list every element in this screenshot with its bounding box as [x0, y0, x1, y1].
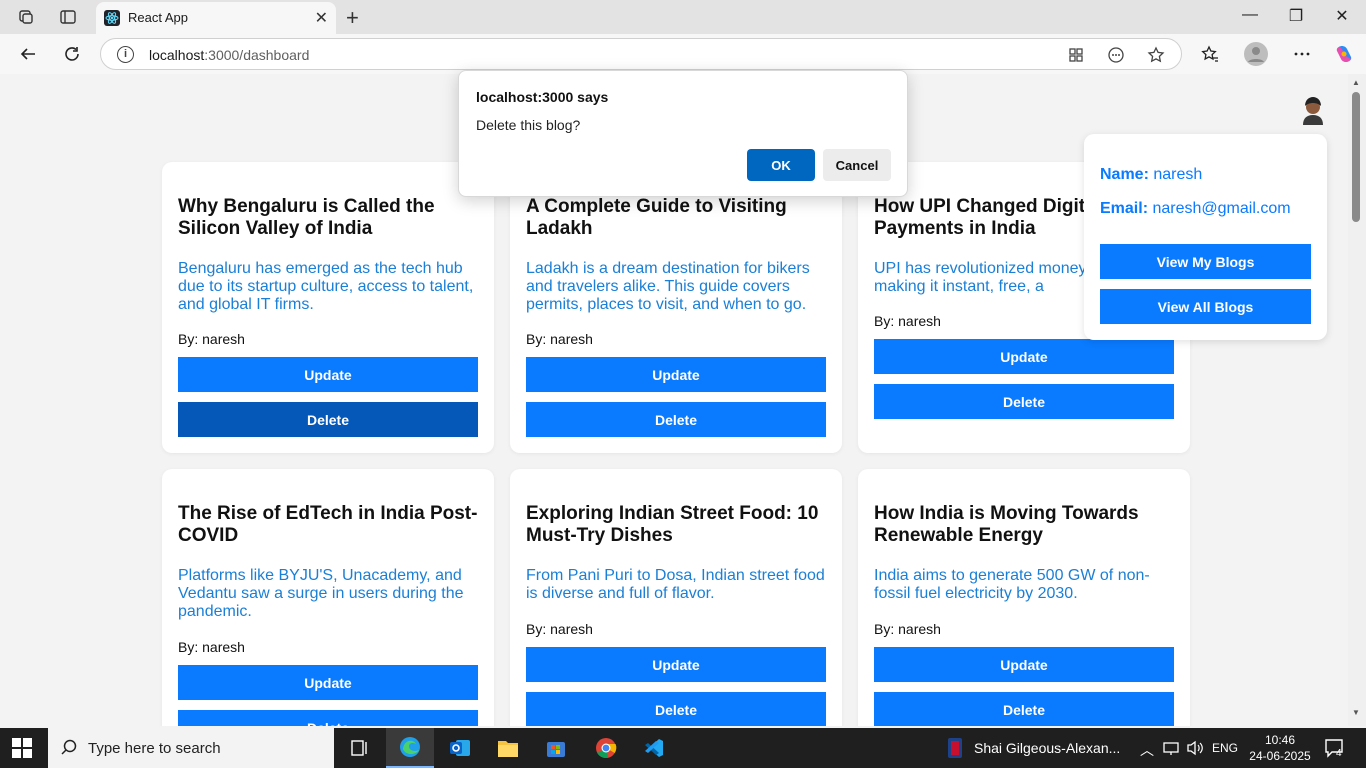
profile-icon[interactable]: [1244, 42, 1268, 66]
taskbar-clock[interactable]: 10:46 24-06-2025: [1248, 732, 1312, 764]
delete-button[interactable]: Delete: [874, 384, 1174, 419]
new-tab-icon[interactable]: +: [346, 5, 359, 31]
restore-icon[interactable]: ❐: [1286, 6, 1306, 26]
tab-title: React App: [128, 10, 188, 25]
notification-count: 4: [1336, 748, 1342, 759]
blog-author: By: naresh: [178, 331, 245, 347]
notification-center-icon[interactable]: [1324, 738, 1346, 763]
microsoft-store-icon[interactable]: [532, 728, 580, 768]
confirm-dialog: localhost:3000 says Delete this blog? OK…: [458, 70, 908, 197]
favorite-star-icon[interactable]: [1147, 46, 1165, 64]
blog-card: Why Bengaluru is Called the Silicon Vall…: [162, 162, 494, 453]
update-button[interactable]: Update: [874, 339, 1174, 374]
clock-date: 24-06-2025: [1249, 749, 1311, 763]
update-button[interactable]: Update: [178, 357, 478, 392]
blog-author: By: naresh: [526, 621, 593, 637]
profile-email: Email: naresh@gmail.com: [1100, 200, 1291, 217]
language-indicator[interactable]: ENG: [1212, 741, 1238, 755]
show-hidden-icons-icon[interactable]: ︿: [1140, 740, 1154, 760]
close-window-icon[interactable]: ✕: [1332, 6, 1352, 26]
blog-description: Platforms like BYJU'S, Unacademy, and Ve…: [178, 567, 464, 620]
refresh-icon[interactable]: [60, 42, 84, 66]
update-button[interactable]: Update: [178, 665, 478, 700]
blog-title: Exploring Indian Street Food: 10 Must-Tr…: [526, 503, 819, 546]
browser-toolbar: i localhost:3000/dashboard: [0, 34, 1366, 74]
network-icon[interactable]: [1162, 740, 1182, 759]
outlook-icon[interactable]: [436, 728, 484, 768]
minimize-icon[interactable]: —: [1240, 6, 1260, 24]
update-button[interactable]: Update: [526, 647, 826, 682]
news-widget-icon[interactable]: [948, 738, 962, 761]
tab-actions-icon[interactable]: [58, 7, 78, 27]
cancel-button[interactable]: Cancel: [823, 149, 891, 181]
copilot-icon[interactable]: [1332, 42, 1356, 66]
scroll-down-icon[interactable]: ▼: [1352, 708, 1360, 717]
blog-description: India aims to generate 500 GW of non-fos…: [874, 567, 1150, 602]
address-url[interactable]: localhost:3000/dashboard: [149, 47, 309, 63]
task-view-icon[interactable]: [336, 728, 384, 768]
browser-tab-strip: React App ✕ + — ❐ ✕: [0, 0, 1366, 34]
app-available-icon[interactable]: [1067, 46, 1085, 64]
tab-react-app[interactable]: React App ✕: [96, 2, 336, 34]
delete-button[interactable]: Delete: [178, 710, 478, 726]
address-bar[interactable]: i localhost:3000/dashboard: [100, 38, 1182, 70]
blog-author: By: naresh: [874, 313, 941, 329]
blog-card: The Rise of EdTech in India Post-COVID P…: [162, 469, 494, 726]
scroll-up-icon[interactable]: ▲: [1352, 78, 1360, 87]
more-tools-icon[interactable]: [1107, 46, 1125, 64]
taskbar-search[interactable]: Type here to search: [48, 728, 334, 768]
edge-browser-icon[interactable]: [386, 728, 434, 768]
update-button[interactable]: Update: [526, 357, 826, 392]
user-avatar-icon[interactable]: [1300, 96, 1326, 126]
dialog-title: localhost:3000 says: [476, 89, 609, 105]
profile-name: Name: naresh: [1100, 166, 1203, 183]
vscode-icon[interactable]: [630, 728, 678, 768]
blog-description: Ladakh is a dream destination for bikers…: [526, 260, 810, 313]
windows-start-icon[interactable]: [12, 738, 32, 758]
blog-description: From Pani Puri to Dosa, Indian street fo…: [526, 567, 825, 602]
view-all-blogs-button[interactable]: View All Blogs: [1100, 289, 1311, 324]
delete-button[interactable]: Delete: [874, 692, 1174, 726]
blog-description: Bengaluru has emerged as the tech hub du…: [178, 260, 474, 313]
page-scrollbar[interactable]: ▲ ▼: [1348, 74, 1366, 726]
back-icon[interactable]: [16, 42, 40, 66]
volume-icon[interactable]: [1186, 740, 1204, 759]
delete-button[interactable]: Delete: [526, 402, 826, 437]
chrome-icon[interactable]: [582, 728, 630, 768]
news-headline[interactable]: Shai Gilgeous-Alexan...: [974, 740, 1120, 756]
profile-dropdown: Name: naresh Email: naresh@gmail.com Vie…: [1084, 134, 1327, 340]
favorites-icon[interactable]: [1198, 42, 1222, 66]
search-placeholder: Type here to search: [88, 740, 221, 757]
update-button[interactable]: Update: [874, 647, 1174, 682]
close-tab-icon[interactable]: ✕: [315, 8, 328, 28]
delete-button[interactable]: Delete: [178, 402, 478, 437]
blog-card: A Complete Guide to Visiting Ladakh Lada…: [510, 162, 842, 453]
site-info-icon[interactable]: i: [117, 46, 134, 63]
blog-author: By: naresh: [526, 331, 593, 347]
file-explorer-icon[interactable]: [484, 728, 532, 768]
delete-button[interactable]: Delete: [526, 692, 826, 726]
clock-time: 10:46: [1264, 733, 1296, 747]
blog-author: By: naresh: [178, 639, 245, 655]
blog-card: How India is Moving Towards Renewable En…: [858, 469, 1190, 726]
workspaces-icon[interactable]: [16, 7, 36, 27]
blog-card: Exploring Indian Street Food: 10 Must-Tr…: [510, 469, 842, 726]
settings-more-icon[interactable]: [1290, 42, 1314, 66]
ok-button[interactable]: OK: [747, 149, 815, 181]
blog-title: How India is Moving Towards Renewable En…: [874, 503, 1139, 546]
dialog-message: Delete this blog?: [476, 117, 581, 133]
windows-taskbar: Type here to search Shai Gilgeous-Alexan…: [0, 728, 1366, 768]
blog-author: By: naresh: [874, 621, 941, 637]
blog-title: Why Bengaluru is Called the Silicon Vall…: [178, 196, 435, 239]
react-logo-icon: [104, 10, 120, 26]
blog-title: The Rise of EdTech in India Post-COVID: [178, 503, 478, 546]
view-my-blogs-button[interactable]: View My Blogs: [1100, 244, 1311, 279]
scrollbar-thumb[interactable]: [1352, 92, 1360, 222]
blog-title: A Complete Guide to Visiting Ladakh: [526, 196, 787, 239]
search-icon: [60, 738, 78, 761]
